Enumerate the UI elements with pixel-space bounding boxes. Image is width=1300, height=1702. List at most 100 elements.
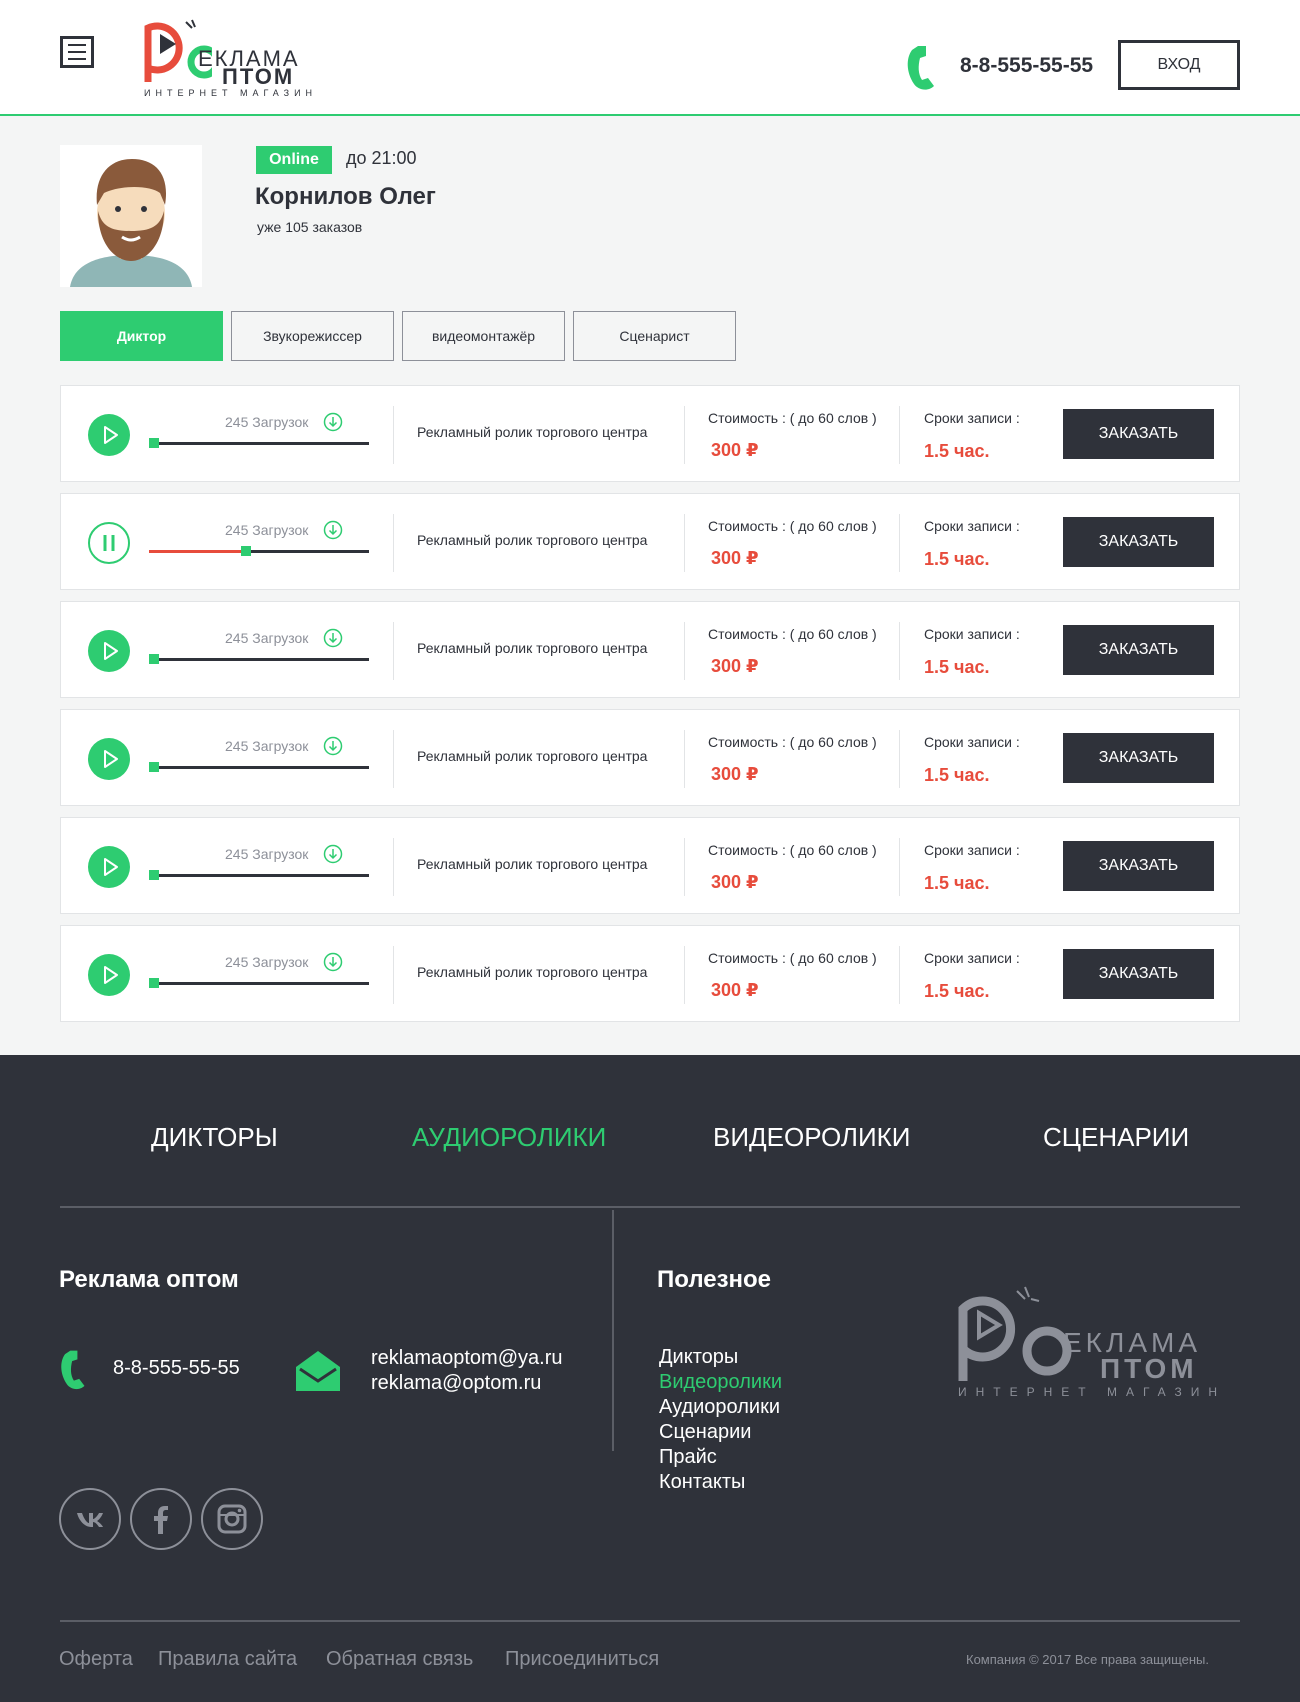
audio-progress-handle[interactable]: [149, 978, 159, 988]
downloads-count: 245 Загрузок: [225, 522, 309, 538]
order-button[interactable]: ЗАКАЗАТЬ: [1063, 517, 1214, 567]
envelope-icon: [296, 1351, 340, 1391]
site-header: ЕКЛАМА ПТОМ ИНТЕРНЕТ МАГАЗИН 8-8-555-55-…: [0, 0, 1300, 116]
order-button[interactable]: ЗАКАЗАТЬ: [1063, 733, 1214, 783]
footer-link-price[interactable]: Прайс: [659, 1445, 782, 1470]
audio-progress-handle[interactable]: [241, 546, 251, 556]
footer-useful-links: Дикторы Видеоролики Аудиоролики Сценарии…: [659, 1345, 782, 1495]
divider: [393, 946, 394, 1004]
audio-row: 245 Загрузок Рекламный ролик торгового ц…: [60, 709, 1240, 806]
facebook-icon[interactable]: [130, 1488, 192, 1550]
login-button[interactable]: ВХОД: [1118, 40, 1240, 90]
divider: [899, 730, 900, 788]
footer-link-audio[interactable]: Аудиоролики: [659, 1395, 782, 1420]
footer-link-video[interactable]: Видеоролики: [659, 1370, 782, 1395]
downloads-count: 245 Загрузок: [225, 414, 309, 430]
footer-email-2[interactable]: reklama@optom.ru: [371, 1372, 541, 1395]
audio-progress-track[interactable]: [149, 546, 369, 556]
term-value: 1.5 час.: [924, 549, 990, 569]
audio-progress-handle[interactable]: [149, 438, 159, 448]
term-value: 1.5 час.: [924, 873, 990, 893]
tab-sound-engineer[interactable]: Звукорежиссер: [231, 311, 394, 361]
download-icon[interactable]: [323, 844, 343, 864]
divider: [684, 730, 685, 788]
order-button[interactable]: ЗАКАЗАТЬ: [1063, 841, 1214, 891]
offer-link[interactable]: Оферта: [59, 1648, 133, 1671]
term-value: 1.5 час.: [924, 441, 990, 461]
feedback-link[interactable]: Обратная связь: [326, 1648, 473, 1671]
download-icon[interactable]: [323, 412, 343, 432]
audio-progress-track[interactable]: [149, 438, 369, 448]
audio-row: 245 Загрузок Рекламный ролик торгового ц…: [60, 385, 1240, 482]
footer-logo[interactable]: ЕКЛАМА ПТОМ ИНТЕРНЕТ МАГАЗИН: [955, 1285, 1217, 1405]
downloads-count: 245 Загрузок: [225, 738, 309, 754]
order-button[interactable]: ЗАКАЗАТЬ: [1063, 949, 1214, 999]
play-button[interactable]: [88, 738, 130, 780]
footer-useful-title: Полезное: [657, 1266, 772, 1293]
term-label: Сроки записи :: [924, 950, 1020, 966]
divider: [684, 838, 685, 896]
site-logo[interactable]: ЕКЛАМА ПТОМ ИНТЕРНЕТ МАГАЗИН: [142, 18, 327, 98]
footer-divider: [60, 1206, 1240, 1208]
play-icon: [104, 750, 118, 768]
play-icon: [104, 966, 118, 984]
hamburger-menu-icon[interactable]: [60, 36, 94, 68]
audio-description: Рекламный ролик торгового центра: [417, 532, 648, 548]
header-phone-number[interactable]: 8-8-555-55-55: [960, 54, 1093, 78]
footer-nav-video[interactable]: ВИДЕОРОЛИКИ: [713, 1122, 911, 1153]
footer-link-scripts[interactable]: Сценарии: [659, 1420, 782, 1445]
instagram-icon[interactable]: [201, 1488, 263, 1550]
footer-link-contacts[interactable]: Контакты: [659, 1470, 782, 1495]
download-icon[interactable]: [323, 520, 343, 540]
audio-list: 245 Загрузок Рекламный ролик торгового ц…: [60, 385, 1240, 1033]
audio-description: Рекламный ролик торгового центра: [417, 748, 648, 764]
cost-value: 300 ₽: [711, 764, 759, 784]
play-button[interactable]: [88, 414, 130, 456]
divider: [684, 622, 685, 680]
footer-email-1[interactable]: reklamaoptom@ya.ru: [371, 1347, 562, 1370]
cost-label: Стоимость : ( до 60 слов ): [708, 842, 877, 858]
divider: [393, 406, 394, 464]
audio-progress-track[interactable]: [149, 978, 369, 988]
copyright: Компания © 2017 Все права защищены.: [966, 1652, 1210, 1667]
footer-nav-audio[interactable]: АУДИОРОЛИКИ: [412, 1122, 606, 1153]
footer-logo-subtitle: ИНТЕРНЕТ МАГАЗИН: [958, 1385, 1227, 1399]
tab-scriptwriter[interactable]: Сценарист: [573, 311, 736, 361]
audio-progress-track[interactable]: [149, 654, 369, 664]
pause-button[interactable]: [88, 522, 130, 564]
footer-nav-scripts[interactable]: СЦЕНАРИИ: [1043, 1122, 1189, 1153]
divider: [899, 838, 900, 896]
term-label: Сроки записи :: [924, 734, 1020, 750]
audio-progress-handle[interactable]: [149, 762, 159, 772]
download-icon[interactable]: [323, 952, 343, 972]
download-icon[interactable]: [323, 736, 343, 756]
footer-phone-number[interactable]: 8-8-555-55-55: [113, 1357, 240, 1380]
join-link[interactable]: Присоединиться: [505, 1648, 659, 1671]
audio-progress-handle[interactable]: [149, 870, 159, 880]
footer-link-dictors[interactable]: Дикторы: [659, 1345, 782, 1370]
site-rules-link[interactable]: Правила сайта: [158, 1648, 297, 1671]
phone-icon: [907, 46, 934, 90]
play-button[interactable]: [88, 954, 130, 996]
audio-row: 245 Загрузок Рекламный ролик торгового ц…: [60, 925, 1240, 1022]
audio-progress-handle[interactable]: [149, 654, 159, 664]
order-button[interactable]: ЗАКАЗАТЬ: [1063, 625, 1214, 675]
audio-progress-track[interactable]: [149, 762, 369, 772]
term-value: 1.5 час.: [924, 657, 990, 677]
divider: [684, 514, 685, 572]
tab-dictor[interactable]: Диктор: [60, 311, 223, 361]
order-button[interactable]: ЗАКАЗАТЬ: [1063, 409, 1214, 459]
tab-video-editor[interactable]: видеомонтажёр: [402, 311, 565, 361]
download-icon[interactable]: [323, 628, 343, 648]
audio-description: Рекламный ролик торгового центра: [417, 856, 648, 872]
play-button[interactable]: [88, 846, 130, 888]
term-value: 1.5 час.: [924, 765, 990, 785]
vk-icon[interactable]: [59, 1488, 121, 1550]
audio-description: Рекламный ролик торгового центра: [417, 424, 648, 440]
cost-label: Стоимость : ( до 60 слов ): [708, 410, 877, 426]
downloads-count: 245 Загрузок: [225, 630, 309, 646]
audio-progress-track[interactable]: [149, 870, 369, 880]
term-label: Сроки записи :: [924, 842, 1020, 858]
footer-nav-dictors[interactable]: ДИКТОРЫ: [151, 1122, 278, 1153]
play-button[interactable]: [88, 630, 130, 672]
